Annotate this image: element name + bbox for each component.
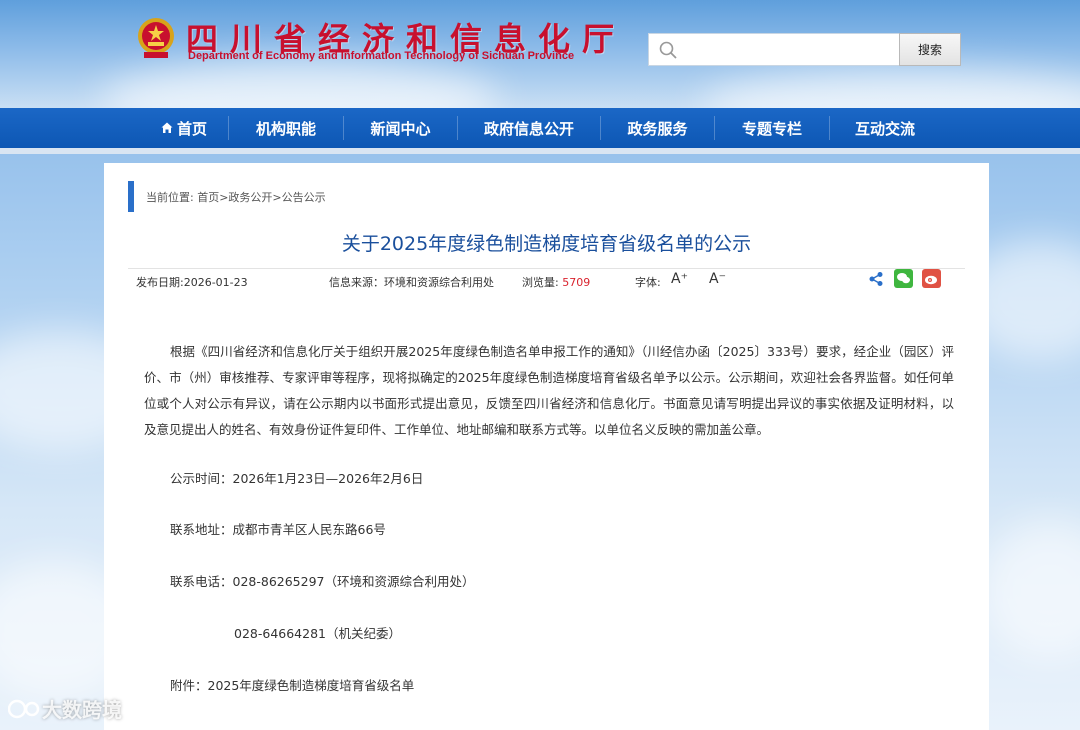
nav-item-label: 首页 [176, 119, 207, 138]
search-input[interactable] [648, 33, 900, 66]
article-panel: 当前位置: 首页>政务公开>公告公示 关于2025年度绿色制造梯度培育省级名单的… [104, 163, 989, 730]
nav-bottom-strip [0, 148, 1080, 154]
search-button[interactable]: 搜索 [899, 33, 961, 66]
meta-divider [128, 268, 965, 269]
site-subtitle: Department of Economy and Information Te… [188, 50, 575, 62]
contact-phone: 联系电话：028-86265297（环境和资源综合利用处） [170, 574, 475, 589]
main-nav: 首页 机构职能 新闻中心 政府信息公开 政务服务 专题专栏 互动交流 [0, 108, 1080, 148]
site-header: 四川省经济和信息化厅 Department of Economy and Inf… [0, 0, 1080, 108]
share-icon[interactable] [868, 271, 884, 287]
info-source: 信息来源：环境和资源综合利用处 [329, 276, 494, 289]
article-title: 关于2025年度绿色制造梯度培育省级名单的公示 [341, 233, 752, 255]
notice-period: 公示时间：2026年1月23日—2026年2月6日 [170, 471, 424, 486]
font-increase-button[interactable]: A⁺ [671, 271, 688, 287]
wechat-icon [897, 273, 910, 284]
cloud-decoration [100, 60, 500, 108]
view-count: 浏览量: 5709 [522, 274, 590, 290]
nav-interaction[interactable]: 互动交流 [830, 108, 940, 148]
nav-home[interactable]: 首页 [140, 108, 228, 148]
attachment-link[interactable]: 附件：2025年度绿色制造梯度培育省级名单 [170, 675, 414, 694]
wechat-share-icon[interactable] [894, 269, 913, 288]
article-body: 根据《四川省经济和信息化厅关于组织开展2025年度绿色制造名单申报工作的通知》（… [144, 344, 954, 437]
watermark-text: 大数跨境 [42, 698, 122, 722]
nav-organization[interactable]: 机构职能 [229, 108, 343, 148]
nav-news[interactable]: 新闻中心 [344, 108, 457, 148]
search-icon [659, 41, 677, 59]
view-count-label: 浏览量: [522, 276, 563, 289]
publish-date: 发布日期:2026-01-23 [136, 276, 248, 289]
watermark-logo-icon [8, 699, 40, 718]
breadcrumb-accent [128, 181, 134, 212]
nav-topics[interactable]: 专题专栏 [715, 108, 829, 148]
contact-phone-2: 028-64664281（机关纪委） [234, 626, 401, 641]
view-count-value: 5709 [562, 276, 591, 289]
cloud-decoration [980, 520, 1080, 660]
nav-gov-info[interactable]: 政府信息公开 [458, 108, 600, 148]
nav-services[interactable]: 政务服务 [601, 108, 714, 148]
national-emblem-icon [138, 18, 174, 58]
breadcrumb[interactable]: 当前位置: 首页>政务公开>公告公示 [146, 189, 326, 205]
weibo-share-icon[interactable] [922, 269, 941, 288]
cloud-decoration [700, 70, 1080, 108]
font-size-label: 字体: [635, 276, 661, 289]
font-decrease-button[interactable]: A⁻ [709, 271, 726, 287]
watermark: 大数跨境 [8, 694, 122, 723]
home-icon [161, 122, 173, 133]
weibo-icon [925, 275, 937, 285]
contact-address: 联系地址：成都市青羊区人民东路66号 [170, 522, 386, 537]
